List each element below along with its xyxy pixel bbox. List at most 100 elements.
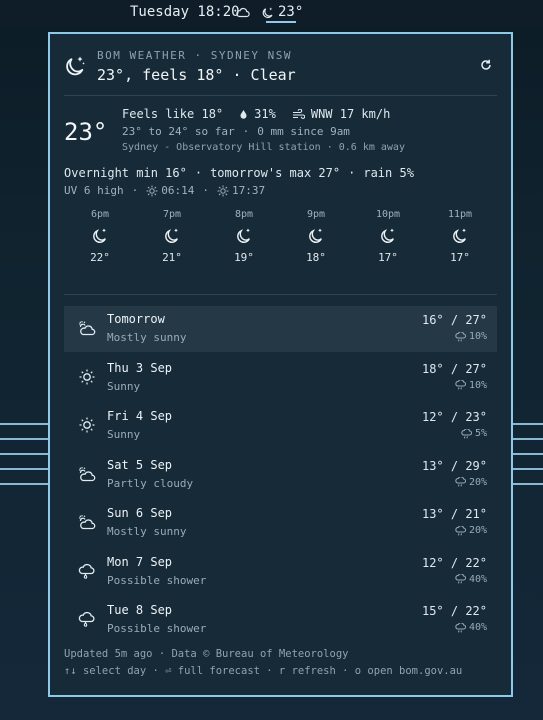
cloud-icon[interactable] — [236, 6, 250, 18]
clock: Tuesday 18:20 — [130, 4, 240, 20]
hour-time: 9pm — [306, 209, 326, 220]
day-name: Sat 5 Sep — [107, 457, 173, 472]
top-bar: Tuesday 18:20 23° — [0, 0, 543, 26]
rain-since: 0 mm since 9am — [257, 125, 350, 138]
current-range-row: 23° to 24° so far · 0 mm since 9am — [122, 125, 350, 138]
hour-column: 8pm 19° — [208, 209, 280, 264]
day-rain: 40% — [455, 622, 487, 633]
sunrise-time: 06:14 — [161, 184, 195, 197]
day-row-mon[interactable]: Mon 7 Sep Possible shower 12° / 22° 40% — [64, 549, 497, 595]
keyboard-hints: ↑↓ select day · ⏎ full forecast · r refr… — [64, 665, 463, 677]
day-condition: Partly cloudy — [107, 476, 194, 490]
day-temps: 13° / 21° — [421, 507, 487, 521]
overnight-min: Overnight min 16° — [64, 166, 187, 180]
day-rain: 20% — [455, 477, 487, 488]
divider — [64, 294, 497, 295]
rain-cloud-icon — [455, 331, 466, 342]
rain-cloud-icon — [455, 380, 466, 390]
hour-column: 11pm 17° — [424, 209, 496, 264]
wind: WNW 17 km/h — [310, 107, 391, 121]
rain-cloud-icon — [461, 428, 472, 439]
day-rain: 10% — [455, 380, 487, 391]
partly-sunny-icon — [78, 513, 96, 531]
day-row-sat[interactable]: Sat 5 Sep Partly cloudy 13° / 29° 20% — [64, 452, 497, 498]
rain-percent: 10% — [468, 379, 487, 391]
sunset-time: 17:37 — [231, 184, 266, 197]
hour-time: 11pm — [447, 209, 473, 220]
rain-cloud-icon — [455, 622, 466, 633]
hour-temp: 17° — [378, 251, 398, 264]
hour-time: 8pm — [234, 209, 254, 220]
moon-stars-icon — [64, 227, 136, 247]
partly-sunny-icon — [78, 465, 96, 483]
hour-time: 10pm — [375, 209, 401, 220]
day-name: Tue 8 Sep — [107, 603, 173, 617]
sunset-icon — [217, 185, 229, 197]
day-temps: 18° / 27° — [421, 361, 487, 376]
day-temps: 15° / 22° — [421, 604, 487, 618]
current-temp: 23° — [64, 118, 108, 146]
rain-chance: rain 5% — [363, 166, 414, 180]
day-row-thu[interactable]: Thu 3 Sep Sunny 18° / 27° 10% — [64, 355, 497, 401]
hour-column: 7pm 21° — [136, 209, 208, 264]
day-row-sun[interactable]: Sun 6 Sep Mostly sunny 13° / 21° 20% — [64, 500, 497, 546]
hourly-forecast: 6pm 22° 7pm 21° 8pm 19° 9pm 18° 10pm 17°… — [64, 209, 497, 264]
active-indicator — [266, 21, 296, 23]
day-row-fri[interactable]: Fri 4 Sep Sunny 12° / 23° 5% — [64, 403, 497, 449]
moon-stars-icon — [280, 227, 352, 247]
divider — [64, 95, 497, 96]
refresh-icon[interactable] — [480, 59, 492, 71]
outlook-row: Overnight min 16° · tomorrow's max 27° · rai… — [64, 166, 414, 180]
sun-icon — [78, 368, 96, 386]
day-name: Tomorrow — [107, 312, 165, 326]
station-label: Sydney - Observatory Hill station · 0.6 … — [122, 142, 405, 153]
day-rain: 40% — [455, 574, 487, 585]
rain-percent: 40% — [468, 622, 487, 633]
source-label: BOM WEATHER · SYDNEY NSW — [97, 49, 292, 62]
hour-temp: 18° — [306, 251, 326, 264]
hour-temp: 21° — [162, 251, 182, 264]
header-title: 23°, feels 18° · Clear — [97, 66, 296, 84]
moon-stars-icon — [208, 227, 280, 247]
day-name: Fri 4 Sep — [107, 409, 173, 423]
day-name: Sun 6 Sep — [107, 506, 173, 520]
hour-temp: 19° — [234, 251, 254, 264]
uv-sun-row: UV 6 high · 06:14 · 17:37 — [64, 184, 266, 197]
day-name: Mon 7 Sep — [107, 554, 173, 569]
moon-icon — [261, 6, 274, 19]
day-temps: 12° / 22° — [421, 555, 487, 570]
hour-column: 9pm 18° — [280, 209, 352, 264]
current-details: Feels like 18° 31% WNW 17 km/h — [122, 107, 390, 121]
hour-time: 7pm — [162, 209, 182, 220]
day-condition: Sunny — [107, 428, 141, 441]
rain-percent: 5% — [474, 428, 487, 439]
day-rain: 5% — [461, 428, 487, 439]
moon-stars-icon — [352, 227, 424, 247]
day-temps: 12° / 23° — [421, 410, 487, 424]
day-condition: Possible shower — [107, 622, 207, 635]
day-condition: Sunny — [107, 379, 141, 393]
moon-stars-icon — [136, 227, 208, 247]
day-rain: 20% — [455, 525, 487, 536]
rain-percent: 20% — [468, 476, 487, 488]
day-condition: Possible shower — [107, 573, 207, 587]
day-row-tue[interactable]: Tue 8 Sep Possible shower 15° / 22° 40% — [64, 597, 497, 643]
daily-forecast: Tomorrow Mostly sunny 16° / 27° 10% Thu … — [64, 306, 497, 646]
shower-icon — [78, 610, 96, 628]
sun-icon — [78, 416, 96, 434]
feels-like: Feels like 18° — [122, 107, 224, 121]
topbar-weather[interactable]: 23° — [261, 4, 303, 20]
day-rain: 10% — [455, 331, 487, 342]
temp-range: 23° to 24° so far — [122, 125, 235, 138]
hour-column: 6pm 22° — [64, 209, 136, 264]
hour-temp: 22° — [90, 251, 110, 264]
updated-label: Updated 5m ago · Data © Bureau of Meteor… — [64, 648, 349, 660]
humidity-icon — [239, 109, 248, 120]
side-lines-left — [0, 423, 48, 498]
shower-icon — [78, 562, 96, 580]
day-condition: Mostly sunny — [107, 525, 187, 538]
day-temps: 16° / 27° — [421, 313, 487, 327]
partly-sunny-icon — [78, 319, 96, 337]
sunrise-icon — [146, 185, 158, 197]
day-row-tomorrow[interactable]: Tomorrow Mostly sunny 16° / 27° 10% — [64, 306, 497, 352]
